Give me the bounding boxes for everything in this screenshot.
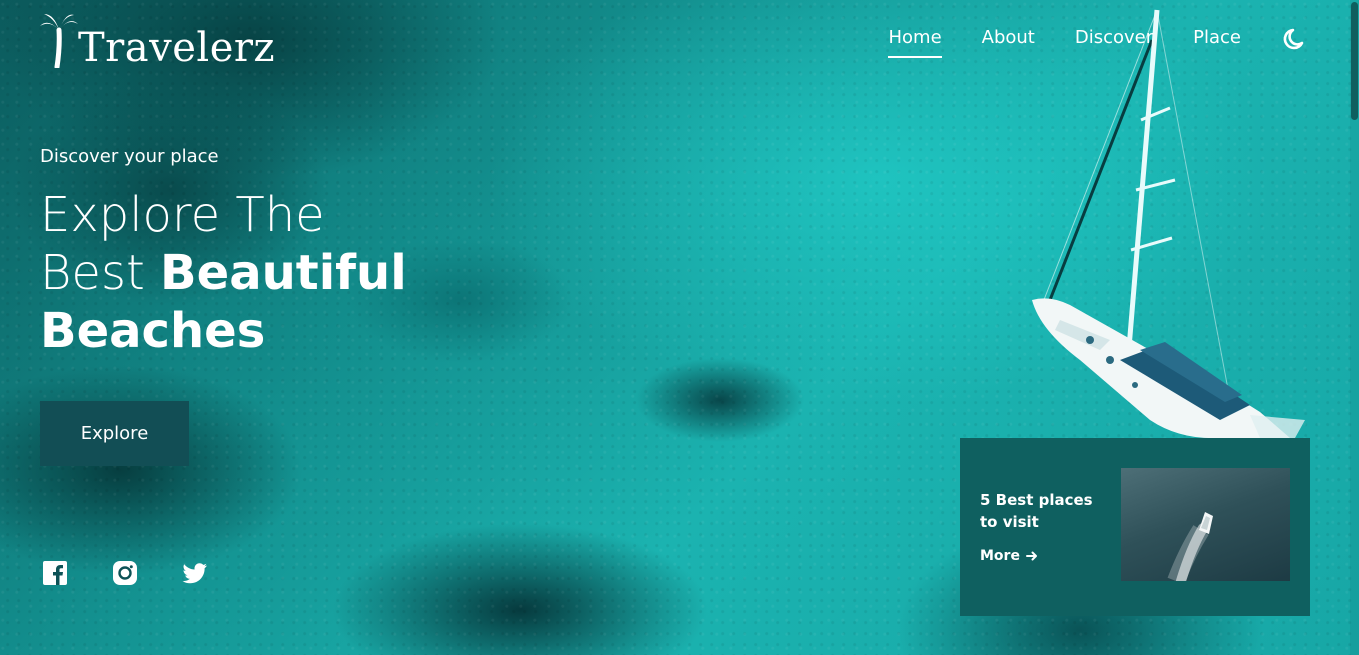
hero-title-line1: Explore The: [40, 187, 325, 243]
brand-logo[interactable]: Travelerz: [40, 8, 275, 68]
explore-button[interactable]: Explore: [40, 401, 189, 466]
nav-home[interactable]: Home: [888, 27, 942, 58]
hero-subtitle: Discover your place: [40, 146, 219, 167]
arrow-right-icon: [1025, 551, 1037, 561]
twitter-icon[interactable]: [182, 560, 208, 586]
card-more-label: More: [980, 548, 1020, 564]
page-scrollbar[interactable]: [1350, 0, 1359, 655]
nav-about[interactable]: About: [982, 27, 1035, 58]
scrollbar-thumb[interactable]: [1351, 2, 1358, 120]
card-thumbnail: [1121, 468, 1290, 581]
nav-place[interactable]: Place: [1193, 27, 1241, 58]
featured-card[interactable]: 5 Best places to visit More: [960, 438, 1310, 616]
moon-icon[interactable]: [1281, 25, 1309, 53]
card-title: 5 Best places to visit: [980, 491, 1093, 531]
instagram-icon[interactable]: [112, 560, 138, 586]
hero-title-line3-bold: Beaches: [40, 303, 266, 359]
card-more-link[interactable]: More: [980, 548, 1038, 564]
brand-name: Travelerz: [78, 25, 276, 71]
main-nav: Home About Discover Place: [888, 25, 1309, 59]
hero-title: Explore The Best Beautiful Beaches: [40, 186, 440, 360]
facebook-icon[interactable]: [42, 560, 68, 586]
nav-discover[interactable]: Discover: [1075, 27, 1153, 58]
hero-title-line2-bold: Beautiful: [160, 245, 407, 301]
hero-title-line2-light: Best: [40, 245, 161, 301]
sailboat-image: [1032, 9, 1305, 439]
social-links: [42, 560, 208, 586]
palm-tree-icon: [40, 14, 78, 68]
